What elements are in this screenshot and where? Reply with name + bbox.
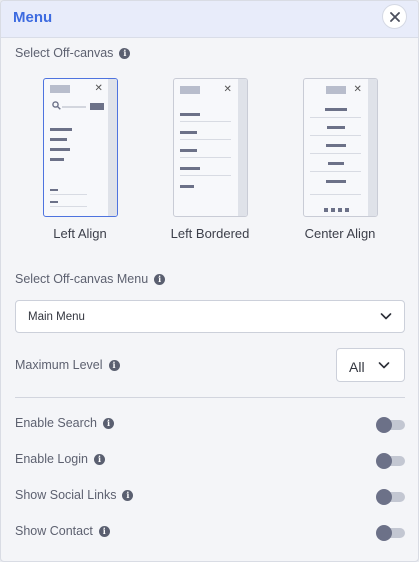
thumb-menu-bar — [179, 149, 197, 152]
thumb-divider — [179, 139, 231, 140]
left-bordered-thumbnail[interactable]: ✕ — [172, 78, 248, 217]
thumb-footer-line — [49, 194, 87, 195]
thumb-divider — [309, 171, 361, 172]
enable-login-toggle[interactable] — [376, 453, 405, 469]
offcanvas-option-left-align[interactable]: ✕ Left Align — [35, 78, 125, 241]
left-align-thumbnail[interactable]: ✕ — [42, 78, 118, 217]
thumb-divider — [309, 117, 361, 118]
enable-search-label: Enable Search i — [15, 416, 115, 430]
left-bordered-label: Left Bordered — [170, 226, 250, 241]
thumb-divider — [179, 175, 231, 176]
info-icon: i — [103, 418, 115, 429]
max-level-value: All — [349, 359, 365, 375]
thumb-divider — [309, 153, 361, 154]
info-icon: i — [108, 360, 120, 371]
center-align-label: Center Align — [304, 226, 376, 241]
thumb-scroll-strip — [237, 79, 247, 216]
thumb-divider — [179, 157, 231, 158]
thumb-logo — [179, 86, 200, 94]
max-level-select[interactable]: All — [336, 348, 405, 382]
toggle-knob — [376, 489, 392, 505]
thumb-social-dot — [344, 208, 349, 212]
offcanvas-option-left-bordered[interactable]: ✕ Left Bordered — [165, 78, 255, 241]
thumb-scroll-strip — [107, 79, 117, 216]
enable-search-label-text: Enable Search — [15, 416, 98, 430]
thumb-social-dot — [337, 208, 342, 212]
close-icon — [389, 11, 400, 22]
info-icon: i — [122, 490, 134, 501]
thumb-divider — [179, 121, 231, 122]
section-divider — [15, 397, 405, 398]
thumb-footer-bar — [49, 201, 58, 203]
thumb-menu-bar — [327, 162, 344, 165]
info-icon: i — [119, 48, 131, 59]
offcanvas-menu-select[interactable]: Main Menu — [15, 300, 405, 333]
panel-title: Menu — [13, 9, 53, 26]
show-social-links-label-text: Show Social Links — [15, 488, 117, 502]
offcanvas-label-text: Select Off-canvas — [15, 46, 114, 60]
panel-header: Menu — [1, 1, 418, 38]
thumb-divider — [309, 194, 361, 195]
enable-search-toggle[interactable] — [376, 417, 405, 433]
max-level-label-text: Maximum Level — [15, 358, 103, 372]
toggle-knob — [376, 453, 392, 469]
toggle-knob — [376, 525, 392, 541]
thumb-menu-bar — [49, 148, 70, 151]
thumb-menu-bar — [325, 180, 346, 183]
max-level-label: Maximum Level i — [15, 358, 120, 372]
offcanvas-menu-value: Main Menu — [28, 311, 85, 323]
thumb-social-dot — [323, 208, 328, 212]
thumb-close-icon: ✕ — [223, 84, 232, 95]
thumb-menu-bar — [179, 167, 200, 170]
show-contact-label: Show Contact i — [15, 524, 110, 538]
info-icon: i — [93, 454, 105, 465]
show-social-links-toggle[interactable] — [376, 489, 405, 505]
left-align-label: Left Align — [53, 226, 107, 241]
thumb-scroll-strip — [367, 79, 377, 216]
thumb-logo — [325, 86, 346, 94]
thumb-menu-bar — [326, 126, 345, 129]
info-icon: i — [98, 526, 110, 537]
offcanvas-menu-label: Select Off-canvas Menu i — [15, 272, 166, 286]
info-icon: i — [154, 274, 166, 285]
thumb-menu-bar — [49, 138, 67, 141]
thumb-social-dot — [330, 208, 335, 212]
thumb-close-icon: ✕ — [353, 84, 362, 95]
thumb-menu-bar — [179, 185, 194, 188]
thumb-search-button — [89, 103, 104, 110]
thumb-menu-bar — [49, 158, 64, 161]
thumb-menu-bar — [324, 108, 347, 111]
thumb-close-icon: ✕ — [94, 83, 103, 94]
show-contact-toggle[interactable] — [376, 525, 405, 541]
show-social-links-label: Show Social Links i — [15, 488, 134, 502]
thumb-divider — [309, 135, 361, 136]
toggle-knob — [376, 417, 392, 433]
menu-settings-panel: Menu Select Off-canvas i ✕ Left Align ✕ … — [0, 0, 419, 562]
thumb-logo — [49, 85, 70, 93]
thumb-menu-bar — [179, 131, 197, 134]
offcanvas-label: Select Off-canvas i — [15, 46, 131, 60]
thumb-search-icon — [51, 101, 61, 110]
chevron-down-icon — [378, 362, 390, 369]
enable-login-label: Enable Login i — [15, 452, 105, 466]
center-align-thumbnail[interactable]: ✕ — [302, 78, 378, 217]
offcanvas-menu-label-text: Select Off-canvas Menu — [15, 272, 149, 286]
close-button[interactable] — [382, 4, 407, 29]
thumb-menu-bar — [325, 144, 346, 147]
enable-login-label-text: Enable Login — [15, 452, 88, 466]
thumb-search-line — [61, 106, 86, 108]
thumb-footer-line — [49, 206, 87, 207]
thumb-footer-bar — [49, 189, 58, 191]
thumb-menu-bar — [179, 113, 200, 116]
show-contact-label-text: Show Contact — [15, 524, 93, 538]
offcanvas-option-center-align[interactable]: ✕ Center Align — [295, 78, 385, 241]
chevron-down-icon — [380, 313, 392, 320]
thumb-menu-bar — [49, 128, 72, 131]
